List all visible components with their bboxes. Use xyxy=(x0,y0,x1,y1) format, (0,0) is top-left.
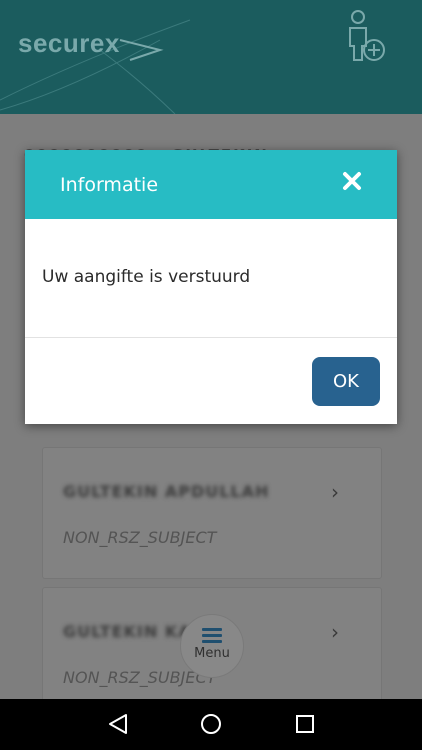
system-navigation-bar xyxy=(0,699,422,750)
menu-button[interactable]: Menu xyxy=(180,614,244,678)
employee-subject: NON_RSZ_SUBJECT xyxy=(63,528,217,547)
app-header: securex xyxy=(0,0,422,114)
home-circle-icon[interactable] xyxy=(199,712,223,736)
employee-name: GULTEKIN APDULLAH xyxy=(63,482,270,501)
information-dialog: Informatie Uw aangifte is verstuurd OK xyxy=(25,150,397,424)
dialog-message: Uw aangifte is verstuurd xyxy=(42,267,251,287)
securex-logo: securex xyxy=(18,28,120,58)
recents-square-icon[interactable] xyxy=(293,712,317,736)
back-triangle-icon[interactable] xyxy=(106,712,130,736)
menu-label: Menu xyxy=(194,646,230,661)
chevron-right-icon: › xyxy=(331,620,339,644)
chevron-right-icon: › xyxy=(331,480,339,504)
add-user-icon[interactable] xyxy=(344,8,388,64)
dialog-header: Informatie xyxy=(25,150,397,219)
employee-card[interactable]: GULTEKIN APDULLAH NON_RSZ_SUBJECT › xyxy=(42,447,382,579)
close-icon[interactable] xyxy=(341,170,363,192)
dialog-divider xyxy=(25,337,397,338)
dialog-title: Informatie xyxy=(60,174,159,196)
ok-button[interactable]: OK xyxy=(312,357,380,406)
hamburger-icon xyxy=(202,628,222,643)
